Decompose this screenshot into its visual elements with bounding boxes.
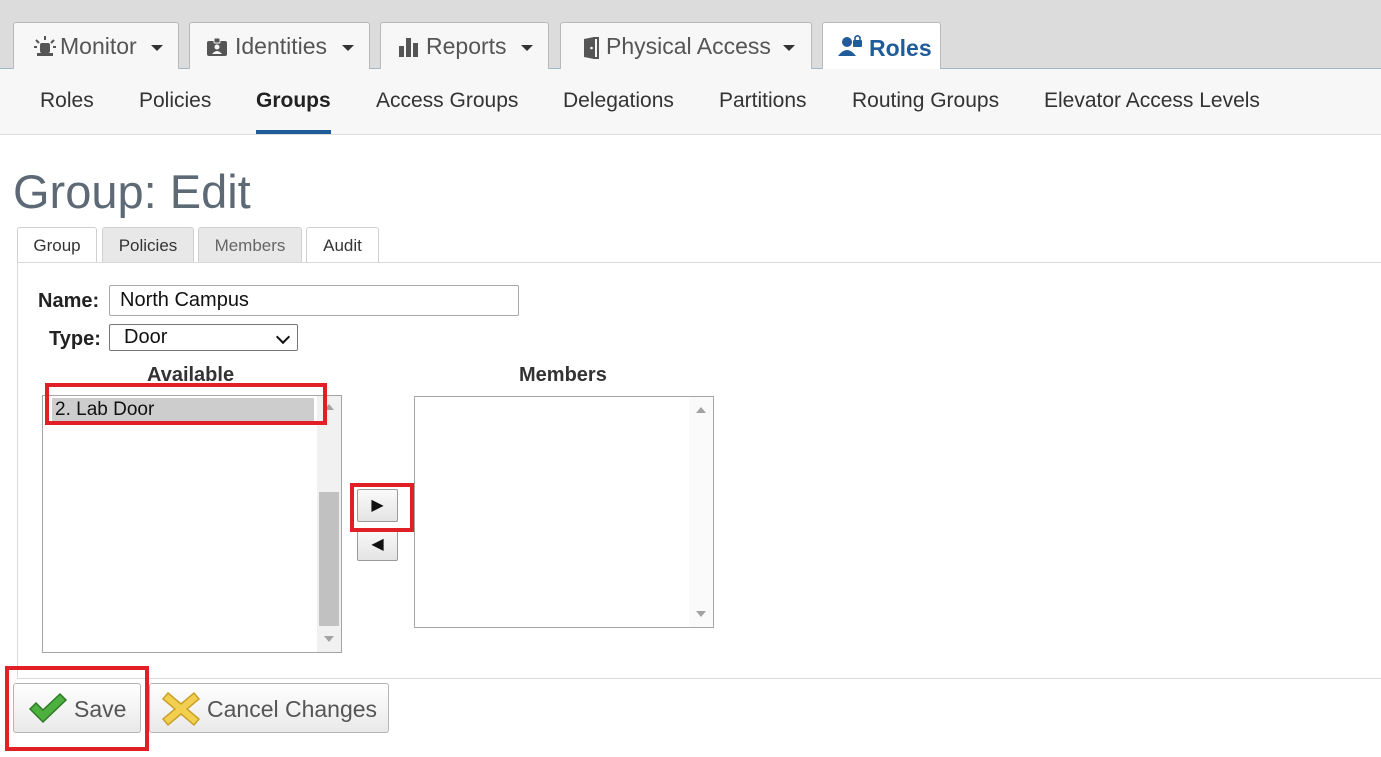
sub-nav: Roles Policies Groups Access Groups Dele… xyxy=(0,69,1381,135)
chevron-down-icon xyxy=(521,45,533,51)
tab-identities[interactable]: Identities xyxy=(189,22,370,69)
user-lock-icon xyxy=(838,34,862,56)
top-tab-bar: Monitor Identities Reports Physical Acce… xyxy=(0,0,1381,70)
id-badge-icon xyxy=(207,37,227,56)
scroll-up-icon[interactable] xyxy=(324,404,334,410)
chevron-down-icon xyxy=(342,45,354,51)
active-tab-underline xyxy=(256,130,331,134)
tab-group[interactable]: Group xyxy=(17,227,97,263)
scrollbar[interactable] xyxy=(317,396,341,652)
scroll-down-icon[interactable] xyxy=(696,611,706,617)
type-label: Type: xyxy=(49,328,101,350)
subnav-item-partitions[interactable]: Partitions xyxy=(719,88,807,114)
tab-roles-label: Roles xyxy=(869,35,932,61)
save-button-label: Save xyxy=(74,696,127,722)
tab-policies[interactable]: Policies xyxy=(102,227,194,263)
alarm-icon xyxy=(34,36,56,56)
chevron-down-icon xyxy=(151,45,163,51)
name-label: Name: xyxy=(38,290,100,312)
chevron-down-icon xyxy=(275,329,291,345)
door-icon xyxy=(584,37,599,59)
tab-physical-access-label: Physical Access xyxy=(606,33,771,59)
tab-reports[interactable]: Reports xyxy=(380,22,549,69)
subnav-item-elevator-access-levels[interactable]: Elevator Access Levels xyxy=(1044,88,1260,114)
members-header: Members xyxy=(519,364,607,386)
available-list[interactable]: 2. Lab Door xyxy=(42,395,342,653)
cancel-button-label: Cancel Changes xyxy=(207,696,378,722)
tab-roles[interactable]: Roles xyxy=(822,22,941,70)
subnav-item-delegations[interactable]: Delegations xyxy=(563,88,674,114)
members-list[interactable] xyxy=(414,396,714,628)
scrollbar[interactable] xyxy=(689,397,713,627)
subnav-item-roles[interactable]: Roles xyxy=(40,88,94,114)
subnav-item-routing-groups[interactable]: Routing Groups xyxy=(852,88,999,114)
chevron-down-icon xyxy=(783,45,795,51)
tab-members[interactable]: Members xyxy=(198,227,302,263)
scroll-down-icon[interactable] xyxy=(324,636,334,642)
scroll-up-icon[interactable] xyxy=(696,407,706,413)
scrollbar-thumb[interactable] xyxy=(319,492,339,626)
tab-reports-label: Reports xyxy=(426,33,507,59)
bar-chart-icon xyxy=(399,38,418,57)
name-field[interactable] xyxy=(109,285,519,316)
tab-physical-access[interactable]: Physical Access xyxy=(560,22,812,69)
subnav-item-policies[interactable]: Policies xyxy=(139,88,211,114)
available-header: Available xyxy=(147,364,235,386)
remove-member-button[interactable]: ◀ xyxy=(357,528,398,561)
cancel-changes-button[interactable]: Cancel Changes xyxy=(149,683,389,733)
tab-monitor-label: Monitor xyxy=(60,33,137,59)
add-member-button[interactable]: ▶ xyxy=(357,489,398,522)
list-item[interactable]: 2. Lab Door xyxy=(52,398,314,422)
cancel-x-icon xyxy=(162,691,200,727)
page-title: Group: Edit xyxy=(13,165,251,218)
type-select[interactable]: Door xyxy=(109,324,298,351)
type-select-value: Door xyxy=(124,326,168,348)
tab-audit[interactable]: Audit xyxy=(306,227,379,263)
checkmark-icon xyxy=(28,692,68,724)
subnav-item-access-groups[interactable]: Access Groups xyxy=(376,88,518,114)
tab-monitor[interactable]: Monitor xyxy=(13,22,179,69)
save-button[interactable]: Save xyxy=(13,683,141,733)
tab-identities-label: Identities xyxy=(235,33,328,59)
subnav-item-groups[interactable]: Groups xyxy=(256,88,331,114)
